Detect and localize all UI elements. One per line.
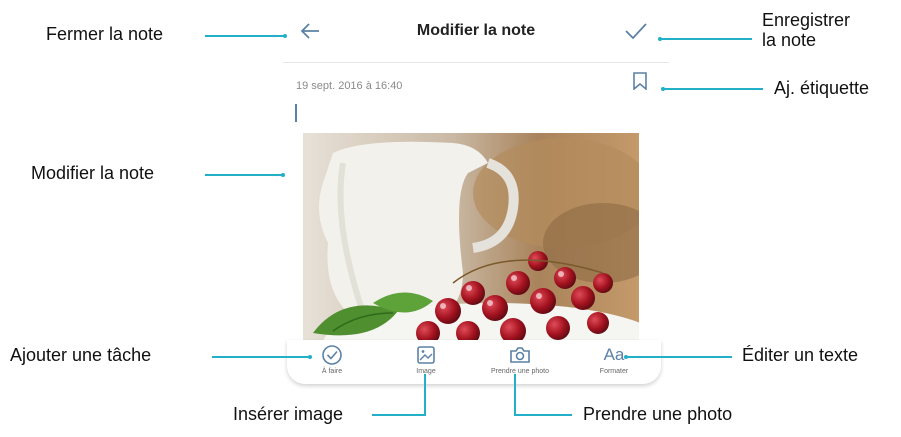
image-label: Image <box>416 368 436 375</box>
camera-icon <box>475 344 565 366</box>
callout-save-note-line2: la note <box>762 30 817 50</box>
leader-line <box>514 414 572 416</box>
note-date: 19 sept. 2016 à 16:40 <box>296 80 403 92</box>
leader-dot <box>658 37 662 41</box>
take-photo-button[interactable]: Prendre une photo <box>475 344 565 375</box>
callout-save-note: Enregistrer la note <box>762 10 850 50</box>
note-photo[interactable] <box>303 133 639 351</box>
checkmark-icon[interactable] <box>623 20 649 42</box>
callout-add-label: Aj. étiquette <box>774 78 870 98</box>
todo-label: À faire <box>321 368 343 375</box>
leader-dot <box>661 87 665 91</box>
take-photo-label: Prendre une photo <box>491 368 549 375</box>
bookmark-icon[interactable] <box>632 72 648 91</box>
callout-edit-text: Éditer un texte <box>742 345 859 365</box>
callout-edit-note: Modifier la note <box>31 163 155 183</box>
leader-line <box>205 174 283 176</box>
todo-button[interactable]: À faire <box>287 344 377 375</box>
callout-take-photo: Prendre une photo <box>583 404 733 424</box>
format-button[interactable]: Aa Formater <box>569 344 659 375</box>
format-label: Formater <box>599 368 629 375</box>
leader-dot <box>624 355 628 359</box>
image-button[interactable]: Image <box>381 344 471 375</box>
callout-close-note: Fermer la note <box>46 24 164 44</box>
check-circle-icon <box>287 344 377 366</box>
leader-line <box>626 356 732 358</box>
page-title: Modifier la note <box>416 22 536 39</box>
image-icon <box>381 344 471 366</box>
leader-dot <box>283 34 287 38</box>
text-format-icon: Aa <box>603 345 625 364</box>
top-bar: Modifier la note <box>283 0 669 63</box>
note-editor-screen: Modifier la note 19 sept. 2016 à 16:40 À… <box>283 0 669 386</box>
leader-line <box>424 374 426 416</box>
leader-line <box>660 38 752 40</box>
leader-line <box>514 374 516 416</box>
leader-line <box>212 356 310 358</box>
callout-save-note-line1: Enregistrer <box>762 10 851 30</box>
leader-line <box>663 88 763 90</box>
leader-line <box>372 414 426 416</box>
leader-line <box>205 35 285 37</box>
bottom-toolbar: À faire Image Prendre une photo Aa Forma… <box>287 340 661 384</box>
text-cursor <box>295 104 297 122</box>
leader-dot <box>281 173 285 177</box>
leader-dot <box>308 355 312 359</box>
callout-add-task: Ajouter une tâche <box>10 345 152 365</box>
callout-insert-image: Insérer image <box>233 404 344 424</box>
